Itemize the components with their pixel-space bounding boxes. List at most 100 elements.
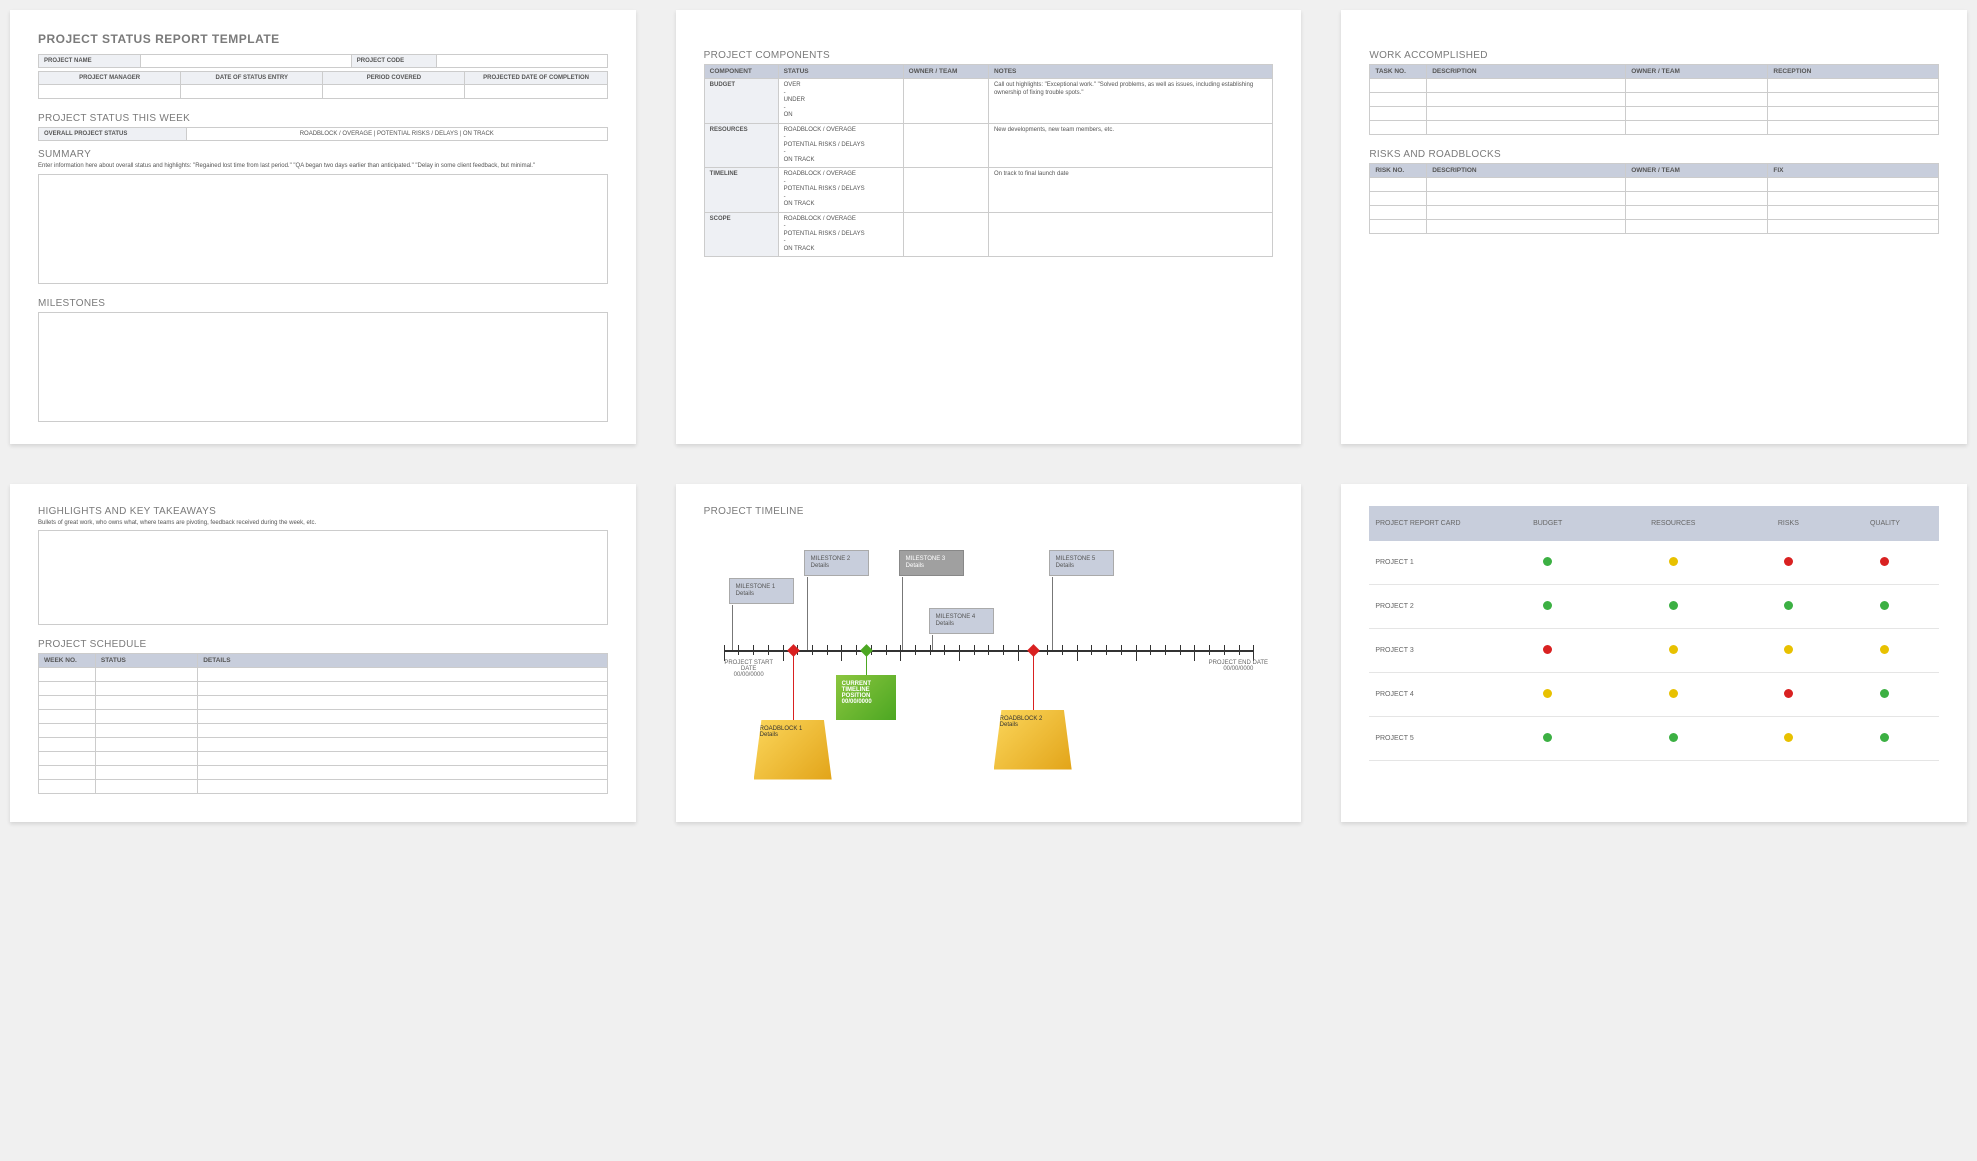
components-table: COMPONENTSTATUSOWNER / TEAMNOTES BUDGET …: [704, 64, 1274, 257]
table-cell[interactable]: [95, 738, 197, 752]
table-cell[interactable]: [198, 724, 607, 738]
heading-components: PROJECT COMPONENTS: [704, 50, 1274, 61]
table-cell[interactable]: [1370, 121, 1427, 135]
heading-schedule: PROJECT SCHEDULE: [38, 639, 608, 650]
table-cell[interactable]: [1626, 93, 1768, 107]
table-cell[interactable]: [1768, 192, 1939, 206]
report-card-table: PROJECT REPORT CARDBUDGETRESOURCESRISKSQ…: [1369, 506, 1939, 761]
status-dot-yellow: [1880, 645, 1889, 654]
table-cell[interactable]: [1427, 79, 1626, 93]
component-status: ROADBLOCK / OVERAGE - POTENTIAL RISKS / …: [778, 123, 903, 168]
field-period[interactable]: [323, 85, 465, 99]
table-cell[interactable]: [1626, 121, 1768, 135]
component-owner[interactable]: [903, 123, 988, 168]
table-cell[interactable]: [198, 710, 607, 724]
table-cell[interactable]: [1370, 93, 1427, 107]
table-cell[interactable]: [95, 710, 197, 724]
table-cell[interactable]: [198, 766, 607, 780]
table-cell[interactable]: [39, 780, 96, 794]
table-cell[interactable]: [1370, 107, 1427, 121]
connector-red: [793, 655, 794, 720]
project-label: PROJECT 2: [1369, 584, 1494, 628]
table-cell[interactable]: [1427, 192, 1626, 206]
field-project-name[interactable]: [141, 55, 351, 68]
table-cell[interactable]: [198, 738, 607, 752]
field-completion[interactable]: [465, 85, 607, 99]
table-cell[interactable]: [95, 668, 197, 682]
table-cell[interactable]: [1370, 206, 1427, 220]
table-cell[interactable]: [39, 710, 96, 724]
table-cell[interactable]: [1626, 192, 1768, 206]
table-cell[interactable]: [1370, 79, 1427, 93]
component-owner[interactable]: [903, 168, 988, 213]
table-cell[interactable]: [1427, 178, 1626, 192]
table-cell[interactable]: [198, 752, 607, 766]
connector-red: [1033, 655, 1034, 710]
status-cell: [1601, 672, 1746, 716]
page-work-risks: WORK ACCOMPLISHED TASK NO.DESCRIPTIONOWN…: [1341, 10, 1967, 444]
heading-highlights: HIGHLIGHTS AND KEY TAKEAWAYS: [38, 506, 608, 517]
table-cell[interactable]: [95, 682, 197, 696]
table-cell[interactable]: [198, 780, 607, 794]
highlights-hint: Bullets of great work, who owns what, wh…: [38, 520, 608, 528]
status-cell: [1601, 541, 1746, 585]
status-dot-green: [1543, 733, 1552, 742]
table-cell[interactable]: [1768, 206, 1939, 220]
table-cell[interactable]: [39, 696, 96, 710]
table-cell[interactable]: [1626, 79, 1768, 93]
table-cell[interactable]: [1626, 206, 1768, 220]
table-cell[interactable]: [198, 696, 607, 710]
field-pm[interactable]: [39, 85, 181, 99]
page-title: PROJECT STATUS REPORT TEMPLATE: [38, 32, 608, 46]
table-cell[interactable]: [1626, 220, 1768, 234]
col-header: COMPONENT: [704, 65, 778, 79]
milestones-box[interactable]: [38, 312, 608, 422]
connector: [1052, 577, 1053, 650]
connector: [807, 577, 808, 650]
status-cell: [1495, 541, 1601, 585]
field-date-entry[interactable]: [181, 85, 323, 99]
table-cell[interactable]: [1370, 220, 1427, 234]
table-cell[interactable]: [39, 724, 96, 738]
status-dot-green: [1880, 601, 1889, 610]
roadblock-1: ROADBLOCK 1Details: [754, 720, 832, 780]
table-cell[interactable]: [95, 696, 197, 710]
heading-risks: RISKS AND ROADBLOCKS: [1369, 149, 1939, 160]
table-cell[interactable]: [95, 752, 197, 766]
label-completion: PROJECTED DATE OF COMPLETION: [465, 72, 607, 85]
component-owner[interactable]: [903, 212, 988, 257]
table-cell[interactable]: [1768, 93, 1939, 107]
table-cell[interactable]: [198, 668, 607, 682]
table-cell[interactable]: [1427, 206, 1626, 220]
table-cell[interactable]: [198, 682, 607, 696]
table-cell[interactable]: [39, 738, 96, 752]
table-cell[interactable]: [1768, 178, 1939, 192]
table-cell[interactable]: [1370, 192, 1427, 206]
table-cell[interactable]: [95, 766, 197, 780]
table-cell[interactable]: [1427, 220, 1626, 234]
summary-box[interactable]: [38, 174, 608, 284]
label-period: PERIOD COVERED: [323, 72, 465, 85]
table-cell[interactable]: [1626, 107, 1768, 121]
table-cell[interactable]: [1768, 121, 1939, 135]
component-status: ROADBLOCK / OVERAGE - POTENTIAL RISKS / …: [778, 168, 903, 213]
highlights-box[interactable]: [38, 530, 608, 625]
table-cell[interactable]: [1768, 79, 1939, 93]
table-cell[interactable]: [1427, 121, 1626, 135]
table-cell[interactable]: [1626, 178, 1768, 192]
table-cell[interactable]: [39, 668, 96, 682]
table-cell[interactable]: [95, 724, 197, 738]
table-cell[interactable]: [1768, 107, 1939, 121]
component-owner[interactable]: [903, 79, 988, 124]
page-components: PROJECT COMPONENTS COMPONENTSTATUSOWNER …: [676, 10, 1302, 444]
table-cell[interactable]: [39, 752, 96, 766]
table-cell[interactable]: [39, 682, 96, 696]
table-cell[interactable]: [95, 780, 197, 794]
table-cell[interactable]: [1427, 93, 1626, 107]
table-cell[interactable]: [1768, 220, 1939, 234]
table-cell[interactable]: [39, 766, 96, 780]
table-cell[interactable]: [1370, 178, 1427, 192]
field-project-code[interactable]: [437, 55, 608, 68]
status-dot-yellow: [1543, 689, 1552, 698]
table-cell[interactable]: [1427, 107, 1626, 121]
